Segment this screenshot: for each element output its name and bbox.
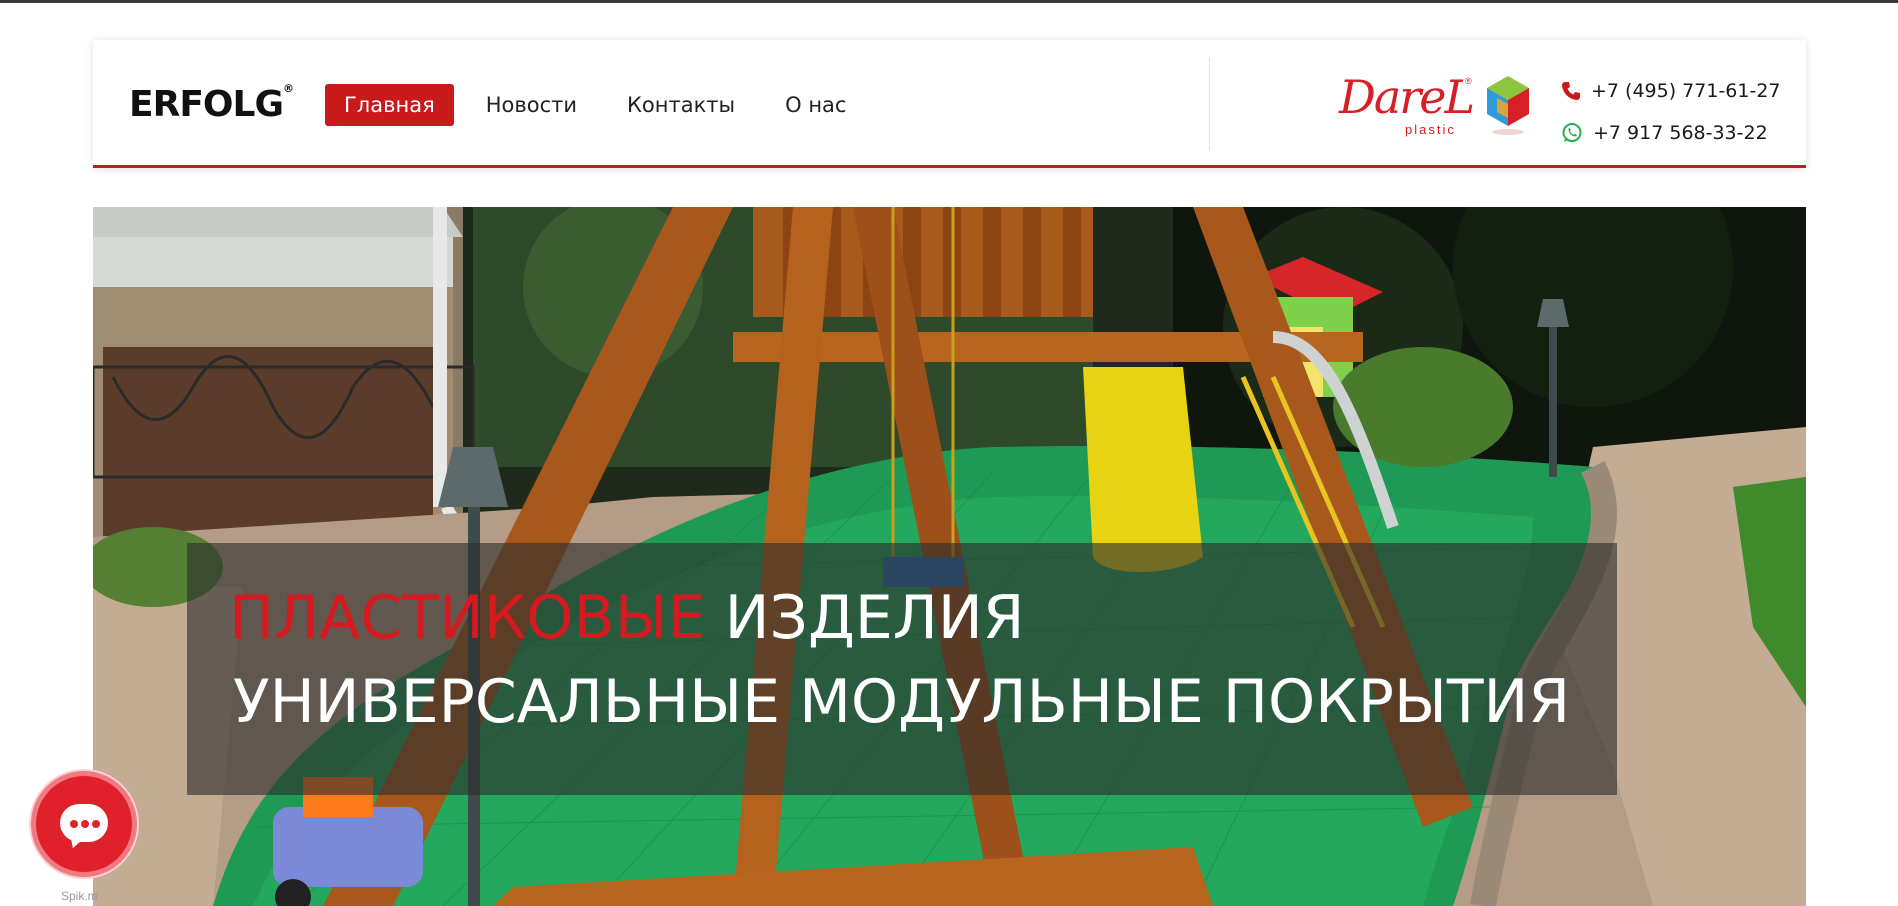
phone-row-whatsapp[interactable]: +7 917 568-33-22: [1561, 112, 1781, 154]
hero-title-rest: ИЗДЕЛИЯ: [705, 583, 1025, 653]
darel-logo-reg: ®: [1465, 76, 1472, 86]
nav-item-about[interactable]: О нас: [785, 93, 846, 117]
top-border-line: [0, 0, 1898, 3]
nav-item-home[interactable]: Главная: [325, 84, 454, 126]
chat-dot: [70, 820, 78, 828]
hero-title-line1: ПЛАСТИКОВЫЕ ИЗДЕЛИЯ: [229, 583, 1024, 653]
main-nav: Главная Новости Контакты О нас: [325, 84, 896, 126]
phone-row-main[interactable]: +7 (495) 771-61-27: [1561, 70, 1781, 112]
hero-title-highlight: ПЛАСТИКОВЫЕ: [229, 583, 706, 653]
hero-caption-banner: ПЛАСТИКОВЫЕ ИЗДЕЛИЯ УНИВЕРСАЛЬНЫЕ МОДУЛЬ…: [187, 543, 1617, 795]
chat-dot: [81, 820, 89, 828]
nav-item-news[interactable]: Новости: [486, 93, 577, 117]
chat-widget-button[interactable]: [31, 771, 137, 877]
site-header: ERFOLG® Главная Новости Контакты О нас D…: [93, 40, 1806, 168]
hero-slider[interactable]: ПЛАСТИКОВЫЕ ИЗДЕЛИЯ УНИВЕРСАЛЬНЫЕ МОДУЛЬ…: [93, 207, 1806, 906]
phone-number-main: +7 (495) 771-61-27: [1591, 80, 1781, 102]
chat-dot: [92, 820, 100, 828]
darel-cube-icon: [1487, 76, 1529, 135]
nav-item-contacts[interactable]: Контакты: [627, 93, 735, 117]
chat-widget-label: Spik.m: [61, 889, 98, 903]
darel-logo-word: DareL: [1339, 70, 1475, 124]
hero-title-line2: УНИВЕРСАЛЬНЫЕ МОДУЛЬНЫЕ ПОКРЫТИЯ: [233, 667, 1571, 737]
logo-text: ERFOLG®: [129, 81, 294, 125]
phone-icon: [1562, 82, 1580, 100]
header-divider: [1209, 58, 1210, 150]
header-contacts: +7 (495) 771-61-27 +7 917 568-33-22: [1561, 70, 1781, 154]
darel-plastic-logo[interactable]: DareL ® plastic: [1339, 74, 1479, 140]
darel-logo-sub: plastic: [1405, 122, 1456, 137]
whatsapp-icon: [1562, 123, 1582, 142]
erfolg-logo[interactable]: ERFOLG®: [129, 68, 294, 140]
phone-number-whatsapp: +7 917 568-33-22: [1593, 122, 1768, 144]
